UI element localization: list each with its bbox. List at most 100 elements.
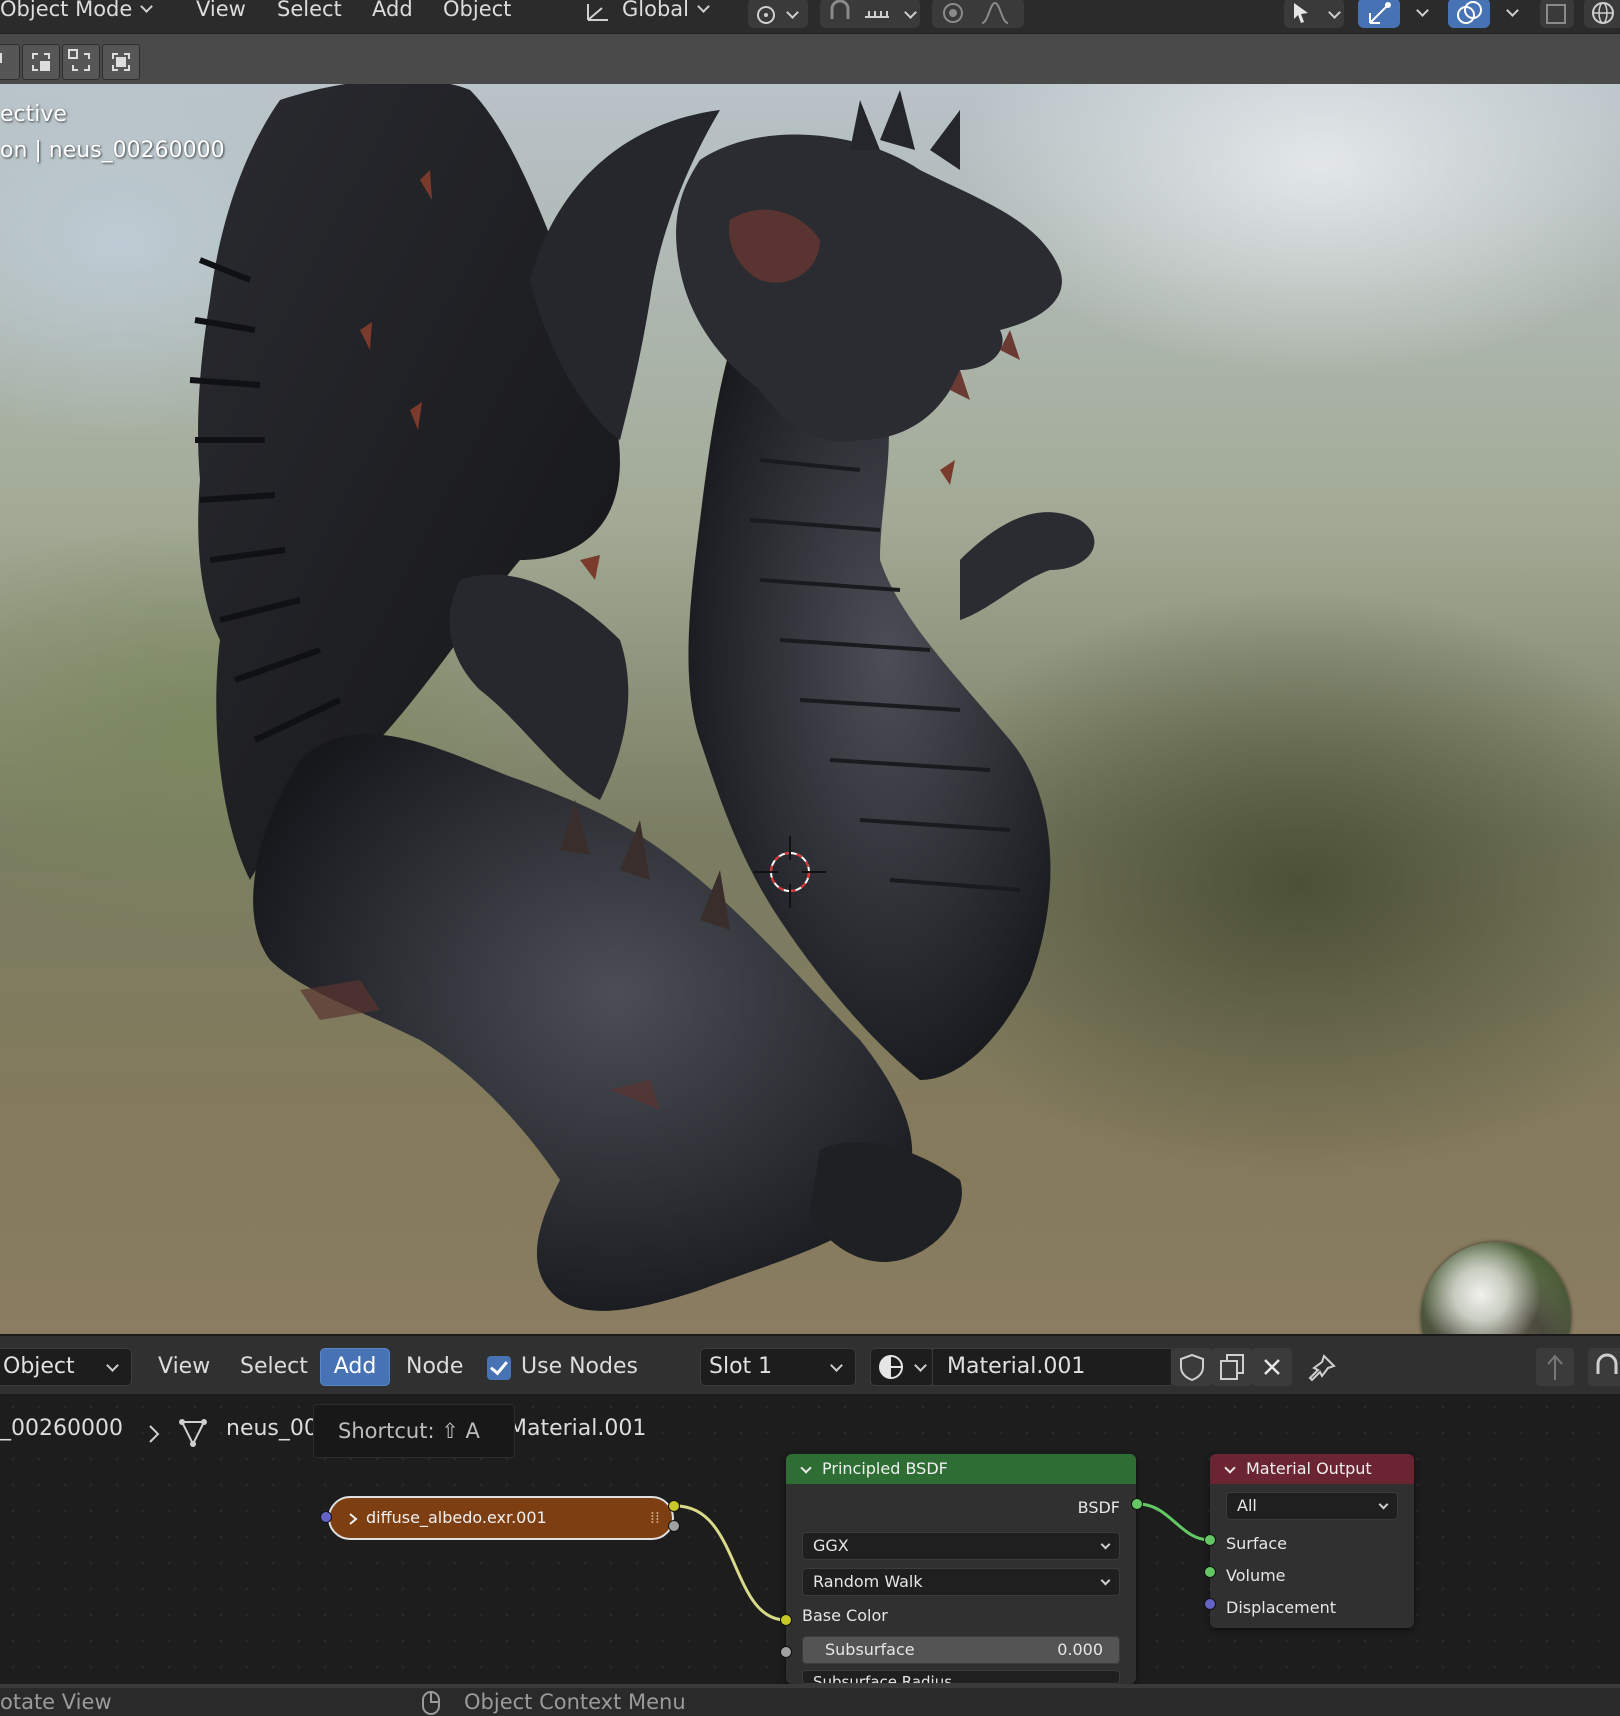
orientation-label: Global [622,0,689,21]
material-output-title: Material Output [1246,1459,1372,1478]
material-name-field[interactable]: Material.001 [932,1348,1172,1386]
select-mode-extend-button[interactable] [22,44,60,80]
overlays-icon [1457,1,1482,24]
pivot-point-button[interactable] [748,0,808,28]
gizmo-toggle-button[interactable] [1358,0,1400,28]
pivot-icon [757,6,775,24]
material-output-node[interactable]: Material Output All Surface Volume Displ… [1210,1454,1414,1628]
chevron-down-icon[interactable] [1416,4,1429,17]
chevron-down-icon[interactable] [1506,4,1519,17]
use-nodes-checkbox[interactable] [487,1356,511,1380]
select-mode-set-button[interactable] [0,44,20,80]
mode-dropdown[interactable]: Object Mode [0,0,154,28]
select-set-icon [0,53,2,63]
surface-input-socket[interactable] [1204,1534,1216,1546]
falloff-curve-icon [981,1,1009,24]
menu-object[interactable]: Object [443,0,511,28]
xray-toggle-button[interactable] [1540,0,1574,28]
chevron-down-icon [106,1359,119,1372]
transform-orientation-dropdown[interactable]: Global [584,0,710,28]
select-intersect-fill-icon [116,57,126,67]
output-target-dropdown[interactable]: All [1226,1492,1398,1520]
chevron-down-icon [1224,1462,1236,1474]
fake-user-button[interactable] [1172,1348,1212,1386]
node-menu-add[interactable]: Add [320,1348,390,1386]
unlink-material-button[interactable] [1252,1348,1292,1386]
image-texture-label: diffuse_albedo.exr.001 [366,1508,547,1527]
snap-node-button[interactable] [1588,1348,1620,1386]
wireframe-sphere-icon [1592,2,1614,24]
slot-dropdown[interactable]: Slot 1 [700,1348,856,1386]
chevron-down-icon [786,6,799,19]
close-icon [1264,1359,1280,1375]
subsurface-socket[interactable] [780,1646,792,1658]
principled-bsdf-node[interactable]: Principled BSDF BSDF GGX Random Walk Bas… [786,1454,1136,1684]
chevron-down-icon [1328,6,1341,19]
subsurface-slider[interactable]: Subsurface 0.000 [802,1636,1120,1664]
status-rotate-view: otate View [0,1690,112,1714]
material-sphere-icon [879,1355,903,1379]
node-menu-node[interactable]: Node [406,1348,463,1386]
xray-icon [1546,4,1566,24]
image-texture-node[interactable]: diffuse_albedo.exr.001 ⁞⁞ [328,1496,674,1540]
menu-select[interactable]: Select [277,0,342,28]
select-cursor-icon [1294,3,1308,23]
select-extend-fill-icon [40,61,50,71]
axes-icon [587,4,608,21]
node-menu-view[interactable]: View [158,1348,210,1386]
node-menu-select[interactable]: Select [240,1348,308,1386]
pin-icon[interactable] [1306,1352,1338,1384]
mouse-right-icon [422,1691,440,1715]
dragon-mesh[interactable] [0,84,1620,1334]
node-handle-icon[interactable]: ⁞⁞ [650,1498,660,1538]
material-browse-button[interactable] [870,1348,934,1386]
distribution-label: GGX [813,1536,849,1555]
select-mode-subtract-button[interactable] [62,44,100,80]
base-color-socket[interactable] [780,1614,792,1626]
subsurface-method-dropdown[interactable]: Random Walk [802,1568,1120,1596]
parent-node-tree-button[interactable] [1536,1348,1574,1386]
displacement-input-label: Displacement [1226,1598,1336,1617]
subsurface-label: Subsurface [825,1640,915,1659]
menu-add[interactable]: Add [372,0,413,28]
image-color-socket[interactable] [668,1500,680,1512]
chevron-down-icon [914,1359,927,1372]
subsurface-method-label: Random Walk [813,1572,923,1591]
link-bsdf-to-surface [1137,1502,1211,1542]
chevron-down-icon [140,0,154,13]
volume-input-socket[interactable] [1204,1566,1216,1578]
status-bar: otate View Object Context Menu [0,1684,1620,1716]
subsurface-value: 0.000 [1057,1640,1103,1659]
tool-settings-bar [0,34,1620,84]
object-gizmo-button[interactable] [1284,0,1344,28]
volume-input-label: Volume [1226,1566,1286,1585]
select-mode-intersect-button[interactable] [102,44,140,80]
chevron-down-icon [800,1462,812,1474]
subsurface-radius-label: Subsurface Radius [813,1673,953,1684]
proportional-edit-button[interactable] [932,0,1024,28]
bsdf-output-socket[interactable] [1131,1498,1143,1510]
bsdf-output-label: BSDF [1077,1498,1120,1517]
image-vector-socket[interactable] [320,1511,332,1523]
3d-viewport[interactable]: ective on | neus_00260000 [0,84,1620,1334]
subsurface-radius-dropdown[interactable]: Subsurface Radius [802,1670,1120,1684]
menu-view[interactable]: View [196,0,246,28]
chevron-down-icon [904,6,917,19]
chevron-down-icon [1100,1575,1111,1586]
image-alpha-socket[interactable] [668,1520,680,1532]
slot-label: Slot 1 [709,1354,773,1379]
base-color-label: Base Color [802,1606,888,1625]
displacement-input-socket[interactable] [1204,1598,1216,1610]
overlays-toggle-button[interactable] [1448,0,1490,28]
principled-bsdf-header[interactable]: Principled BSDF [786,1454,1136,1484]
distribution-dropdown[interactable]: GGX [802,1532,1120,1560]
shading-wireframe-button[interactable] [1584,0,1620,28]
link-color-to-basecolor [675,1504,787,1622]
magnet-icon [830,0,850,19]
chevron-down-icon [830,1359,843,1372]
3d-cursor-icon[interactable] [750,832,830,912]
material-output-header[interactable]: Material Output [1210,1454,1414,1484]
snap-button[interactable] [820,0,920,28]
new-material-button[interactable] [1212,1348,1252,1386]
shader-type-dropdown[interactable]: Object [0,1348,132,1386]
